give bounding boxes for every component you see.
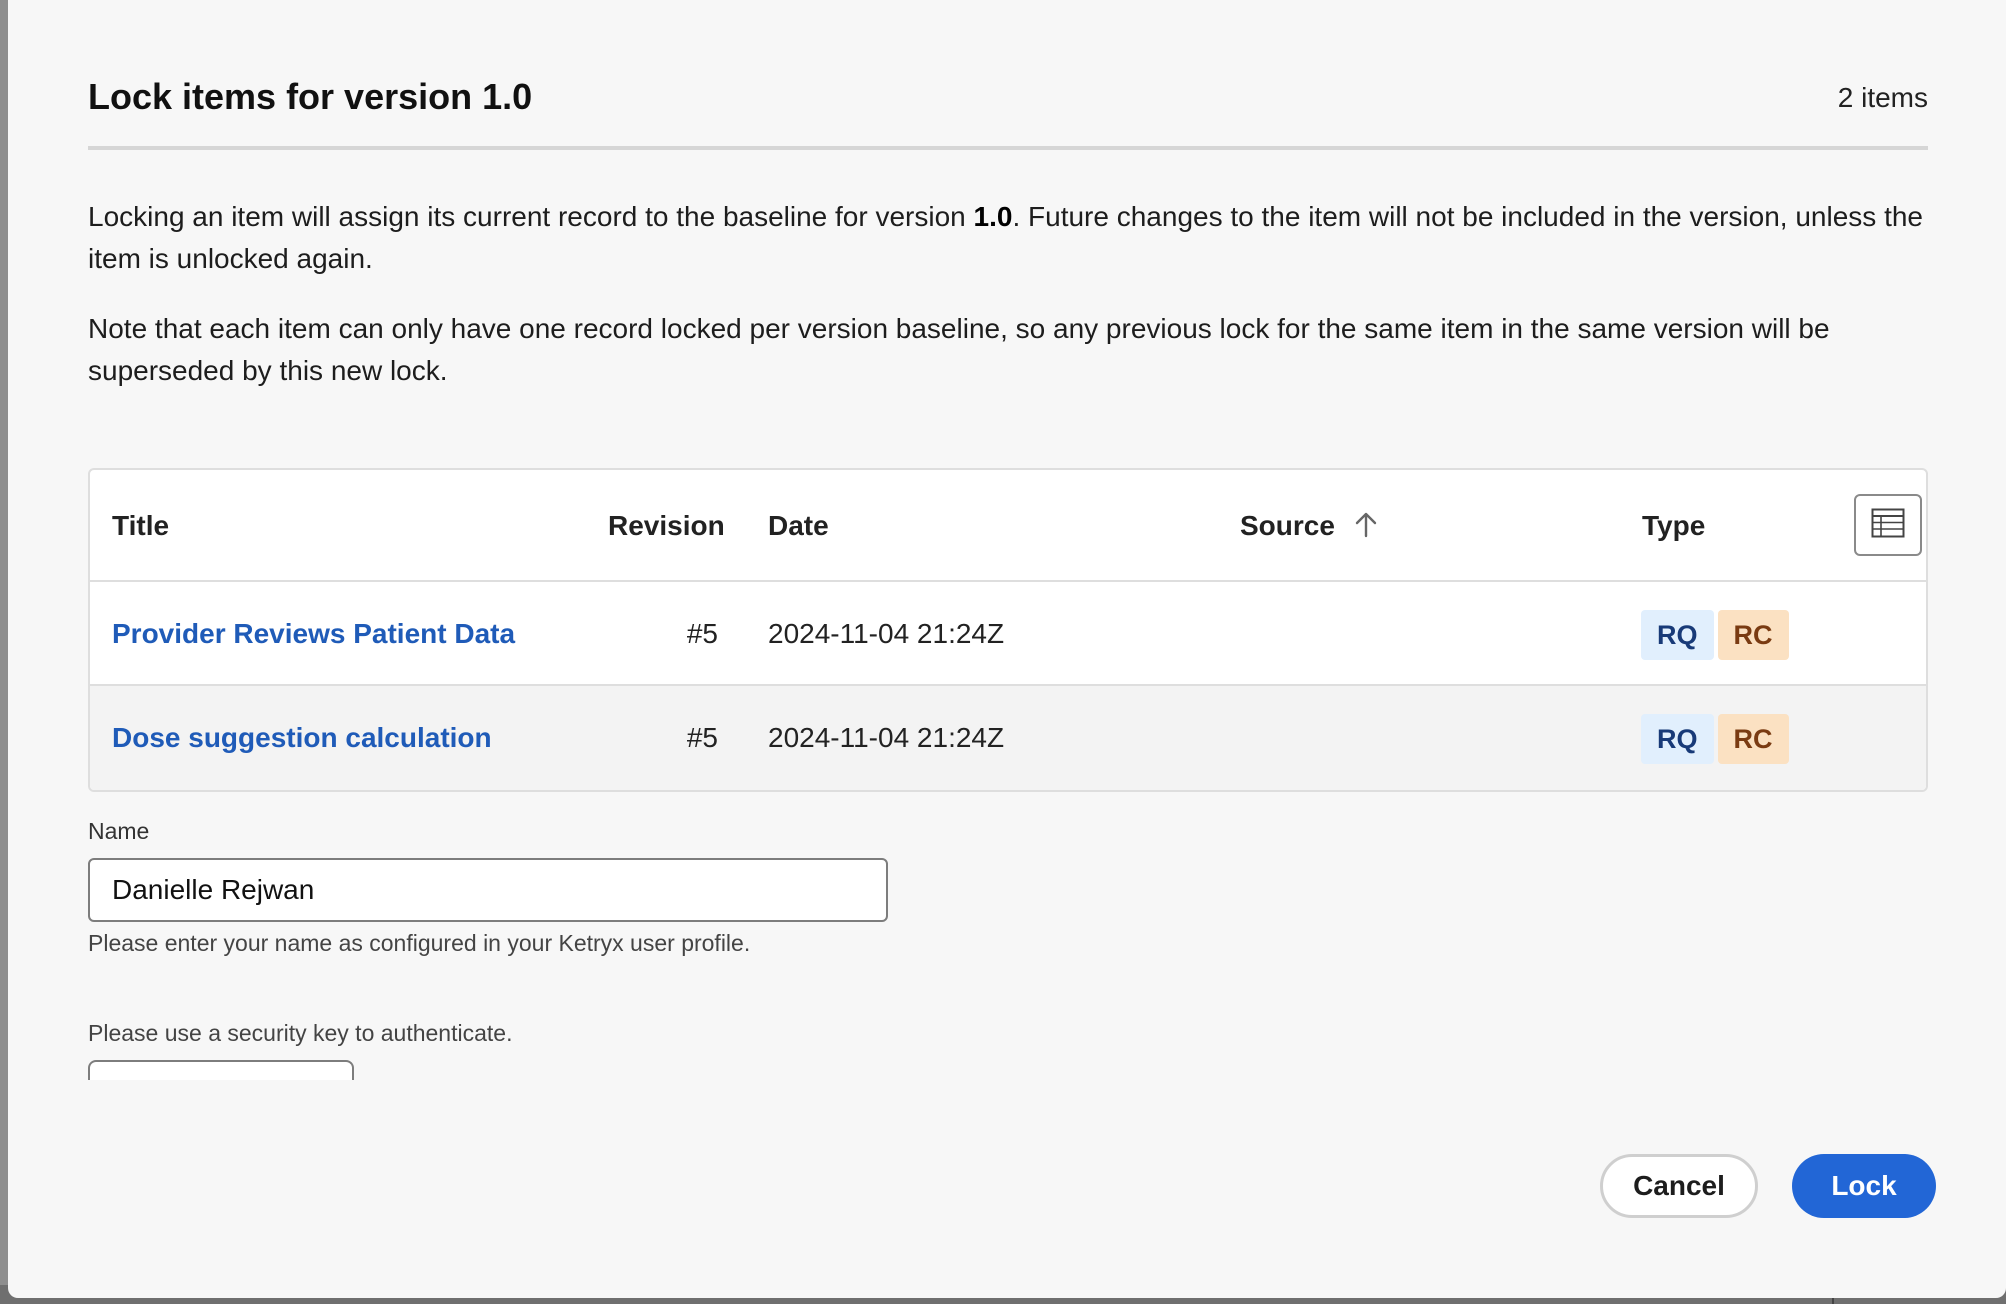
item-date: 2024-11-04 21:24Z xyxy=(768,618,1005,649)
lock-note: Note that each item can only have one re… xyxy=(88,313,1830,386)
table-columns-icon xyxy=(1871,508,1905,543)
version-number: 1.0 xyxy=(973,201,1013,232)
item-type-badges: RQ RC xyxy=(1641,610,1789,660)
lock-description: Locking an item will assign its current … xyxy=(88,196,1928,280)
item-revision: #5 xyxy=(686,618,718,649)
column-header-source-label: Source xyxy=(1240,510,1335,541)
name-field[interactable] xyxy=(88,858,888,922)
column-header-title[interactable]: Title xyxy=(112,510,169,542)
column-header-source[interactable]: Source xyxy=(1240,510,1377,545)
lock-items-dialog: Lock items for version 1.0 2 items Locki… xyxy=(8,0,2006,1298)
column-settings-button[interactable] xyxy=(1854,494,1922,556)
column-header-date[interactable]: Date xyxy=(768,510,829,542)
type-badge-rc: RC xyxy=(1717,714,1789,764)
table-row: Dose suggestion calculation #5 2024-11-0… xyxy=(90,686,1926,790)
item-date: 2024-11-04 21:24Z xyxy=(768,722,1005,753)
item-title-link[interactable]: Provider Reviews Patient Data xyxy=(112,618,515,650)
cancel-button[interactable]: Cancel xyxy=(1600,1154,1758,1218)
table-header: Title Revision Date Source Type xyxy=(90,470,1926,582)
item-type-badges: RQ RC xyxy=(1641,714,1789,764)
security-key-widget[interactable] xyxy=(88,1060,354,1080)
item-revision: #5 xyxy=(686,722,718,753)
lock-description-text: Locking an item will assign its current … xyxy=(88,201,974,232)
security-key-instructions: Please use a security key to authenticat… xyxy=(88,1020,513,1046)
table-row: Provider Reviews Patient Data #5 2024-11… xyxy=(90,582,1926,686)
column-header-type[interactable]: Type xyxy=(1642,510,1705,542)
type-badge-rq: RQ xyxy=(1641,610,1714,660)
column-header-revision[interactable]: Revision xyxy=(608,510,725,542)
item-count: 2 items xyxy=(1837,82,1928,113)
lock-button[interactable]: Lock xyxy=(1792,1154,1936,1218)
item-title-link[interactable]: Dose suggestion calculation xyxy=(112,722,492,754)
dialog-header: Lock items for version 1.0 2 items xyxy=(88,66,1928,150)
arrow-up-icon xyxy=(1355,512,1377,545)
dialog-title: Lock items for version 1.0 xyxy=(88,76,533,117)
type-badge-rq: RQ xyxy=(1641,714,1714,764)
name-field-help: Please enter your name as configured in … xyxy=(88,930,751,956)
items-table: Title Revision Date Source Type Provider… xyxy=(88,468,1928,792)
name-field-label: Name xyxy=(88,818,150,844)
type-badge-rc: RC xyxy=(1717,610,1789,660)
